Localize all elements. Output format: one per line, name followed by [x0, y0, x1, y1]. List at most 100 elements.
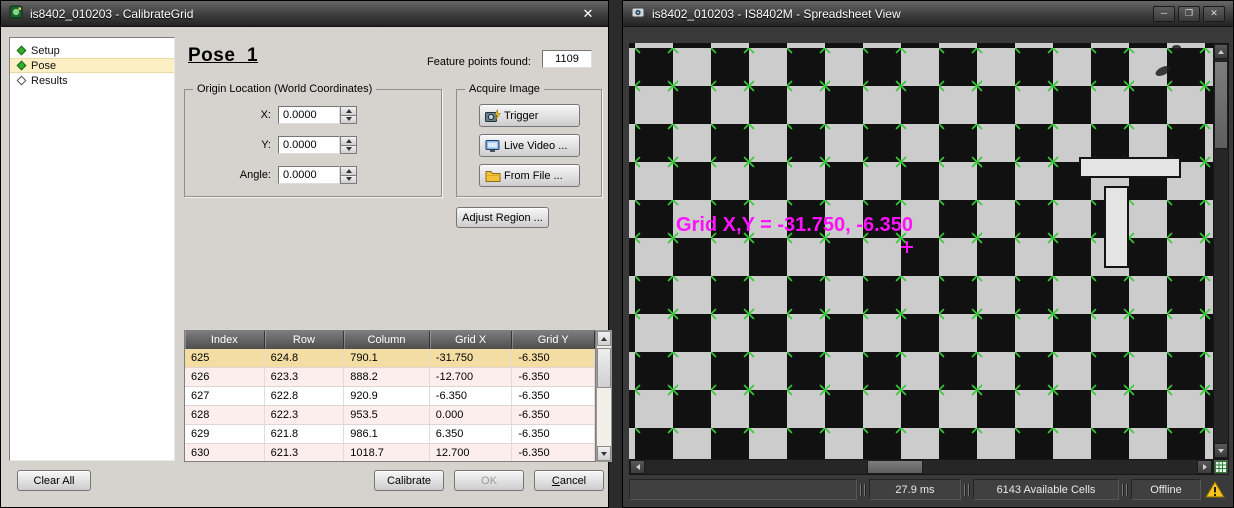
- scroll-down-button[interactable]: [1214, 443, 1228, 458]
- table-cell: 1018.7: [344, 444, 430, 462]
- left-window-title: is8402_010203 - CalibrateGrid: [30, 7, 193, 21]
- up-arrow-icon: [346, 169, 352, 173]
- x-label: X:: [185, 106, 271, 124]
- scroll-up-button[interactable]: [597, 331, 611, 346]
- table-cell: 621.3: [265, 444, 345, 462]
- tree-item-results[interactable]: Results: [10, 73, 174, 88]
- scroll-track[interactable]: [645, 460, 1197, 474]
- y-spinner-up-button[interactable]: [340, 136, 357, 146]
- table-scrollbar[interactable]: [596, 330, 612, 462]
- clear-all-button-label: Clear All: [34, 475, 75, 487]
- fiducial-horizontal-bar: [1079, 157, 1181, 178]
- grid-point-marker: [901, 241, 913, 253]
- table-cell: 626: [185, 368, 265, 386]
- acquire-group-title: Acquire Image: [465, 83, 544, 95]
- ok-button-label: OK: [481, 475, 497, 487]
- scroll-right-button[interactable]: [1197, 460, 1212, 474]
- live-video-button[interactable]: Live Video ...: [479, 134, 580, 157]
- acquire-image-group: Acquire Image Trigger Live Video ... Fro…: [456, 89, 602, 197]
- left-close-button[interactable]: ✕: [576, 6, 600, 22]
- x-spinner-up-button[interactable]: [340, 106, 357, 116]
- y-spinner-down-button[interactable]: [340, 146, 357, 155]
- y-label: Y:: [185, 136, 271, 154]
- up-arrow-icon: [346, 139, 352, 143]
- scroll-up-button[interactable]: [1214, 44, 1228, 59]
- up-arrow-icon: [1218, 50, 1224, 54]
- table-cell: 622.8: [265, 387, 345, 405]
- x-input[interactable]: 0.0000: [278, 106, 340, 124]
- table-row[interactable]: 627 622.8 920.9 -6.350 -6.350: [185, 387, 595, 406]
- angle-input[interactable]: 0.0000: [278, 166, 340, 184]
- table-row[interactable]: 626 623.3 888.2 -12.700 -6.350: [185, 368, 595, 387]
- calibrate-button[interactable]: Calibrate: [374, 470, 444, 491]
- table-row[interactable]: 625 624.8 790.1 -31.750 -6.350: [185, 349, 595, 368]
- left-titlebar[interactable]: is8402_010203 - CalibrateGrid ✕: [1, 1, 608, 27]
- table-cell: 627: [185, 387, 265, 405]
- folder-icon: [485, 169, 501, 186]
- table-cell: 621.8: [265, 425, 345, 443]
- table-cell: -6.350: [512, 444, 595, 462]
- table-cell: 986.1: [344, 425, 430, 443]
- table-cell: -6.350: [430, 387, 513, 405]
- table-cell: 629: [185, 425, 265, 443]
- fiducial-vertical-bar: [1104, 186, 1129, 268]
- calibrate-grid-window: is8402_010203 - CalibrateGrid ✕ Setup Po…: [0, 0, 609, 508]
- down-arrow-icon: [346, 147, 352, 151]
- scroll-thumb[interactable]: [1214, 61, 1228, 149]
- table-cell: -6.350: [512, 368, 595, 386]
- column-header: Grid Y: [512, 331, 595, 349]
- table-cell: -6.350: [512, 387, 595, 405]
- scroll-track[interactable]: [597, 346, 611, 446]
- ok-button: OK: [454, 470, 524, 491]
- horizontal-scrollbar[interactable]: [629, 459, 1213, 475]
- scroll-left-button[interactable]: [630, 460, 645, 474]
- scroll-thumb[interactable]: [867, 460, 923, 474]
- table-body: 625 624.8 790.1 -31.750 -6.350 626 623.3…: [185, 349, 595, 462]
- table-cell: 953.5: [344, 406, 430, 424]
- table-cell: -6.350: [512, 425, 595, 443]
- adjust-region-button[interactable]: Adjust Region ...: [456, 207, 549, 228]
- scroll-thumb[interactable]: [597, 348, 611, 388]
- close-button[interactable]: ✕: [1203, 6, 1225, 22]
- scroll-track[interactable]: [1214, 59, 1228, 443]
- table-cell: 920.9: [344, 387, 430, 405]
- table-cell: 790.1: [344, 349, 430, 367]
- image-viewport[interactable]: Grid X,Y = -31.750, -6.350: [629, 43, 1213, 459]
- angle-spinner: [340, 166, 357, 184]
- pose-heading: Pose 1: [188, 45, 258, 67]
- minimize-button[interactable]: ─: [1153, 6, 1175, 22]
- up-arrow-icon: [601, 337, 607, 341]
- origin-location-group: Origin Location (World Coordinates) X: 0…: [184, 89, 442, 197]
- table-row[interactable]: 629 621.8 986.1 6.350 -6.350: [185, 425, 595, 444]
- spreadsheet-toggle-button[interactable]: [1213, 459, 1229, 475]
- warning-icon: [1201, 479, 1229, 500]
- feature-points-value[interactable]: 1109: [542, 50, 592, 68]
- window-controls: ─ ❐ ✕: [1153, 6, 1225, 22]
- trigger-button[interactable]: Trigger: [479, 104, 580, 127]
- spreadsheet-view-window: is8402_010203 - IS8402M - Spreadsheet Vi…: [622, 0, 1234, 508]
- table-row[interactable]: 628 622.3 953.5 0.000 -6.350: [185, 406, 595, 425]
- right-titlebar[interactable]: is8402_010203 - IS8402M - Spreadsheet Vi…: [623, 1, 1233, 27]
- feature-points-table: Index Row Column Grid X Grid Y 625 624.8…: [184, 330, 596, 462]
- cancel-button[interactable]: Cancel: [534, 470, 604, 491]
- clear-all-button[interactable]: Clear All: [17, 470, 91, 491]
- table-cell: 622.3: [265, 406, 345, 424]
- y-input[interactable]: 0.0000: [278, 136, 340, 154]
- tree-item-pose[interactable]: Pose: [10, 58, 174, 73]
- column-header: Index: [185, 331, 265, 349]
- tree-item-setup[interactable]: Setup: [10, 43, 174, 58]
- scroll-down-button[interactable]: [597, 446, 611, 461]
- table-row[interactable]: 630 621.3 1018.7 12.700 -6.350: [185, 444, 595, 462]
- angle-spinner-down-button[interactable]: [340, 176, 357, 185]
- x-spinner-down-button[interactable]: [340, 116, 357, 125]
- status-available-cells: 6143 Available Cells: [973, 479, 1119, 500]
- table-cell: -12.700: [430, 368, 513, 386]
- from-file-button[interactable]: From File ...: [479, 164, 580, 187]
- live-video-icon: [485, 139, 501, 156]
- vertical-scrollbar[interactable]: [1213, 43, 1229, 459]
- column-header: Column: [344, 331, 430, 349]
- maximize-button[interactable]: ❐: [1178, 6, 1200, 22]
- status-acquisition-time: 27.9 ms: [869, 479, 961, 500]
- angle-spinner-up-button[interactable]: [340, 166, 357, 176]
- table-cell: 888.2: [344, 368, 430, 386]
